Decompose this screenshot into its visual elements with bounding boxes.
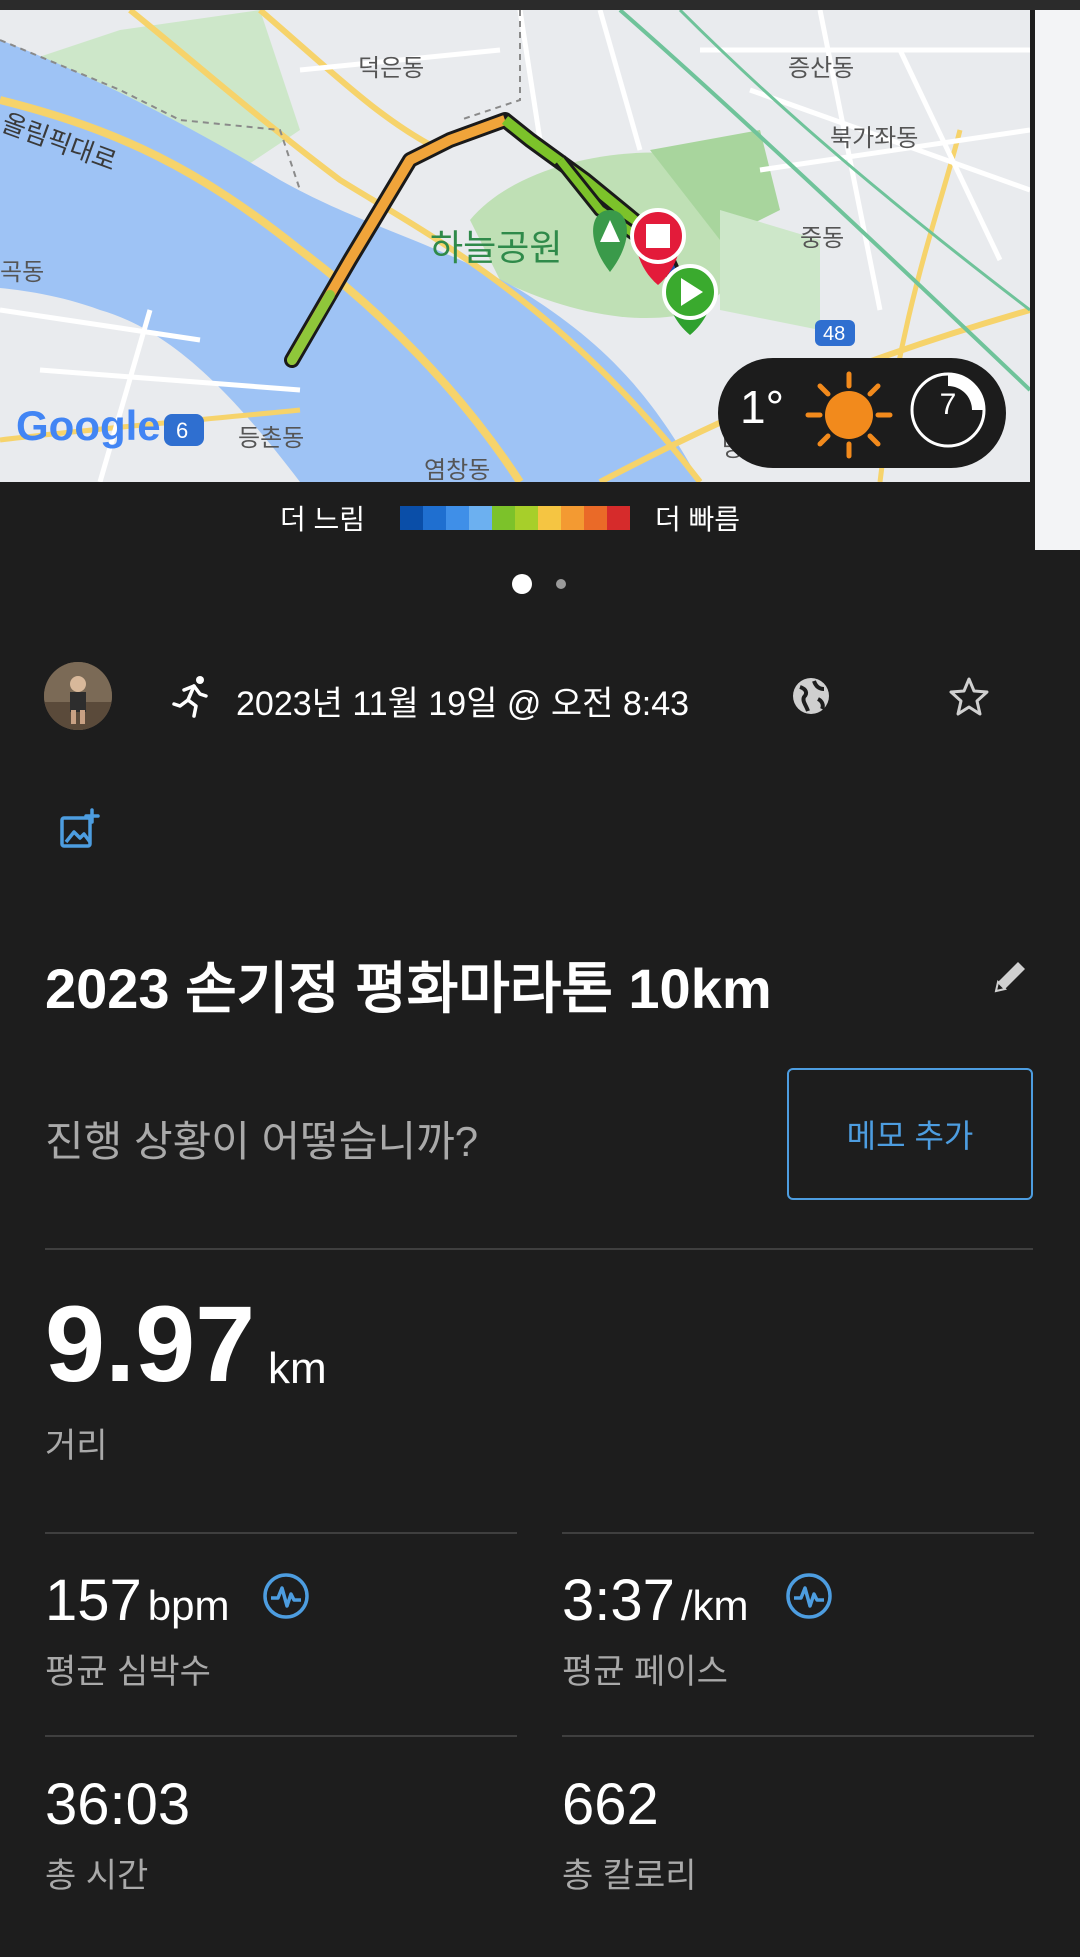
weather-badge: 1° 7 (718, 358, 1006, 468)
legend-color-swatch (515, 506, 538, 530)
map-label-jung: 중동 (800, 225, 844, 252)
legend-color-bar (400, 506, 630, 530)
map-label-bukgajwa: 북가좌동 (830, 125, 918, 152)
map-label-jeungsan: 증산동 (788, 55, 854, 82)
avg-heart-rate: 157 bpm (45, 1572, 229, 1630)
next-map-peek (1035, 10, 1080, 550)
legend-color-swatch (446, 506, 469, 530)
legend-color-swatch (607, 506, 630, 530)
legend-color-swatch (400, 506, 423, 530)
total-calories-label: 총 칼로리 (562, 1857, 697, 1895)
avg-heart-rate-unit: bpm (147, 1582, 230, 1629)
page-dot-active[interactable] (512, 574, 532, 594)
legend-color-swatch (584, 506, 607, 530)
moon-phase-icon: 7 (908, 370, 988, 450)
divider (562, 1735, 1034, 1737)
legend-color-swatch (469, 506, 492, 530)
edit-pencil-icon[interactable] (990, 955, 1032, 1001)
avg-pace-unit: /km (680, 1582, 749, 1629)
map-route-6: 6 (176, 418, 188, 443)
privacy-globe-icon[interactable] (790, 675, 832, 721)
legend-color-swatch (561, 506, 584, 530)
map-label-deungchon: 등촌동 (238, 425, 304, 452)
avg-pace-label: 평균 페이스 (562, 1653, 728, 1691)
favorite-star-icon[interactable] (948, 675, 990, 721)
divider (45, 1248, 1033, 1250)
divider (45, 1532, 517, 1534)
divider (45, 1735, 517, 1737)
progress-prompt: 진행 상황이 어떻습니까? (45, 1118, 479, 1165)
page-dot[interactable] (556, 579, 566, 589)
avg-heart-rate-label: 평균 심박수 (45, 1653, 211, 1691)
legend-color-swatch (423, 506, 446, 530)
map-route-48: 48 (823, 323, 845, 345)
weather-temp: 1° (740, 381, 784, 433)
activity-title: 2023 손기정 평화마라톤 10km (45, 957, 772, 1020)
activity-date: 2023년 11월 19일 @ 오전 8:43 (236, 685, 690, 723)
divider (562, 1532, 1034, 1534)
total-time-label: 총 시간 (45, 1857, 149, 1895)
legend-color-swatch (538, 506, 561, 530)
total-calories-value: 662 (562, 1772, 659, 1837)
map-label-yeomchang: 염창동 (424, 457, 490, 482)
heart-rate-chart-icon[interactable] (262, 1572, 310, 1624)
distance-value: 9.97 (45, 1283, 256, 1404)
map-label-gok: 곡동 (0, 259, 44, 286)
avg-pace: 3:37/km (562, 1572, 749, 1630)
map-label-deogeun: 덕은동 (358, 55, 424, 82)
map-label-haneul-park: 하늘공원 (430, 227, 562, 268)
google-logo: Google (16, 402, 161, 449)
add-photo-icon[interactable] (58, 808, 102, 856)
avatar[interactable] (44, 662, 112, 730)
top-bar (0, 0, 1080, 10)
legend-color-swatch (492, 506, 515, 530)
moon-day-number: 7 (939, 388, 957, 421)
distance-label: 거리 (45, 1427, 108, 1465)
legend-slow-label: 더 느림 (280, 504, 366, 535)
legend-fast-label: 더 빠름 (655, 504, 741, 535)
page-indicator (0, 574, 1080, 594)
pace-legend: 더 느림 더 빠름 (0, 498, 1080, 538)
distance-unit: km (268, 1344, 327, 1393)
add-memo-button[interactable]: 메모 추가 (787, 1068, 1033, 1200)
avg-heart-rate-value: 157 (45, 1568, 142, 1633)
pace-chart-icon[interactable] (785, 1572, 833, 1624)
running-icon (170, 674, 214, 722)
avg-pace-value: 3:37 (562, 1568, 675, 1633)
route-map[interactable]: 덕은동 증산동 북가좌동 올림픽대로 하늘공원 중동 곡동 등촌동 염창동 망원… (0, 10, 1030, 482)
total-time-value: 36:03 (45, 1772, 191, 1837)
